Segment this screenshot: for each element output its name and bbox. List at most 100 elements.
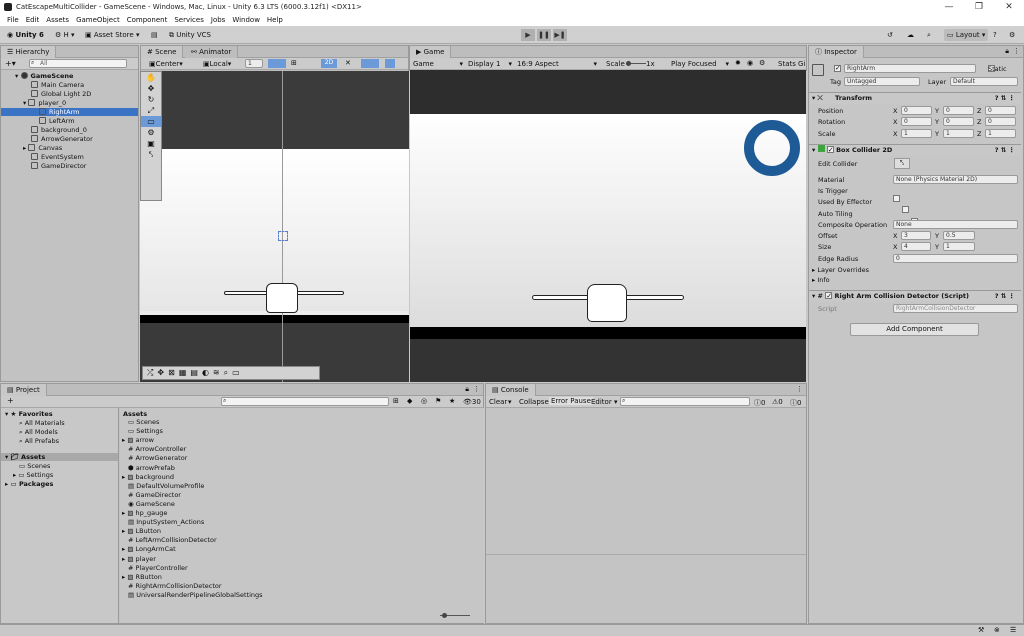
- scale-x-input[interactable]: 1: [901, 129, 932, 138]
- menu-item-file[interactable]: File: [7, 14, 19, 26]
- script-header[interactable]: ▾ # Right Arm Collision Detector (Script…: [809, 290, 1021, 302]
- lock-icon[interactable]: 🔒︎: [1005, 47, 1009, 56]
- used-by-effector-checkbox[interactable]: [902, 206, 910, 213]
- game-settings-icon[interactable]: ⚙: [759, 59, 765, 67]
- pivot-icon[interactable]: ⊠: [168, 367, 175, 379]
- hierarchy-item[interactable]: ArrowGenerator: [1, 135, 138, 143]
- foldout-arrow-icon[interactable]: ▾: [15, 72, 21, 80]
- hierarchy-item[interactable]: ▾ player_0: [1, 99, 138, 107]
- hierarchy-item[interactable]: GameDirector: [1, 162, 138, 170]
- maximize-button[interactable]: ❐: [964, 0, 994, 14]
- gizmos-button[interactable]: Gi: [798, 60, 805, 68]
- size-y-input[interactable]: 1: [943, 242, 975, 251]
- menu-item-help[interactable]: Help: [267, 14, 283, 26]
- lock-icon[interactable]: 🔒︎: [465, 385, 469, 394]
- move-tool-icon[interactable]: ✥: [141, 83, 161, 94]
- editor-dropdown[interactable]: Editor ▾: [591, 398, 617, 406]
- hierarchy-item[interactable]: RightArm: [1, 108, 138, 116]
- clear-button[interactable]: Clear: [489, 398, 507, 406]
- tab-scene[interactable]: # Scene: [141, 46, 184, 58]
- help-icon[interactable]: ?: [990, 29, 1000, 41]
- position-z-input[interactable]: 0: [985, 106, 1016, 115]
- shuffle-icon[interactable]: ⤮: [147, 367, 153, 379]
- offset-y-input[interactable]: 0.5: [943, 231, 975, 240]
- search-icon[interactable]: ⌕: [924, 29, 934, 41]
- lighting-toggle-icon[interactable]: ✕: [345, 59, 351, 67]
- add-object-button[interactable]: +▾: [5, 59, 16, 68]
- tab-hierarchy[interactable]: ☰ Hierarchy: [1, 46, 57, 58]
- tab-project[interactable]: ▤ Project: [1, 384, 47, 396]
- transform-tool-icon[interactable]: ⚙: [141, 127, 161, 138]
- log-count-toggle[interactable]: ⓘ0: [754, 398, 765, 408]
- play-focus-dropdown[interactable]: Play Focused ▾: [671, 60, 729, 68]
- hierarchy-item[interactable]: Global Light 2D: [1, 90, 138, 98]
- folder-settings[interactable]: ▸ ▭ Settings: [13, 471, 53, 479]
- edit-collider-button[interactable]: ⤣: [894, 158, 910, 169]
- icon-size-handle[interactable]: [442, 613, 447, 618]
- hierarchy-item[interactable]: background_0: [1, 126, 138, 134]
- asset-item[interactable]: # ArrowController: [128, 445, 186, 453]
- star-icon[interactable]: ★: [449, 397, 455, 405]
- info-foldout[interactable]: ▸ Info: [812, 276, 830, 284]
- favorite-all-prefabs[interactable]: ⌕ All Prefabs: [19, 437, 59, 446]
- hierarchy-search-input[interactable]: All: [29, 59, 127, 68]
- asset-item[interactable]: ▸ ▨ hp_gauge: [122, 509, 167, 517]
- menu-item-edit[interactable]: Edit: [26, 14, 40, 26]
- layer-overrides-foldout[interactable]: ▸ Layer Overrides: [812, 266, 869, 274]
- asset-item[interactable]: # RightArmCollisionDetector: [128, 582, 222, 590]
- tab-console[interactable]: ▤ Console: [486, 384, 536, 396]
- hand-tool-icon[interactable]: ✋: [141, 72, 161, 83]
- move-icon[interactable]: ✥: [157, 367, 164, 379]
- folder-scenes[interactable]: ▭ Scenes: [19, 462, 50, 470]
- mute-audio-icon[interactable]: ✹: [735, 59, 741, 67]
- asset-item[interactable]: ▸ ▨ arrow: [122, 436, 154, 444]
- tag-dropdown[interactable]: Untagged: [844, 77, 920, 86]
- position-x-input[interactable]: 0: [901, 106, 932, 115]
- asset-item[interactable]: # PlayerController: [128, 564, 188, 572]
- search-by-type-icon[interactable]: ⊞: [393, 397, 399, 405]
- game-mode-dropdown[interactable]: Game ▾: [413, 60, 463, 68]
- warning-count-toggle[interactable]: ⚠0: [772, 398, 783, 406]
- script-field[interactable]: RightArmCollisionDetector: [893, 304, 1018, 313]
- collider-tool-icon[interactable]: ▣: [141, 138, 161, 149]
- transform-header[interactable]: ▾ ⤬ Transform ? ⇅ ⋮: [809, 92, 1021, 104]
- tab-inspector[interactable]: ⓘ Inspector: [809, 46, 864, 58]
- scale-slider-handle[interactable]: [626, 61, 631, 66]
- panel-menu-icon[interactable]: ⋮: [1013, 47, 1020, 55]
- component-menu-icon[interactable]: ? ⇅ ⋮: [995, 145, 1015, 156]
- script-enabled-checkbox[interactable]: [825, 291, 833, 302]
- scene-cat-sprite[interactable]: [266, 283, 298, 313]
- asset-item[interactable]: # ArrowGenerator: [128, 454, 187, 462]
- menu-item-jobs[interactable]: Jobs: [211, 14, 225, 26]
- hierarchy-item[interactable]: LeftArm: [1, 117, 138, 125]
- console-search-input[interactable]: [620, 397, 750, 406]
- game-viewport[interactable]: [410, 70, 806, 382]
- object-name-input[interactable]: RightArm: [844, 64, 976, 73]
- tilemap-icon[interactable]: ▤: [190, 367, 198, 379]
- composite-dropdown[interactable]: None: [893, 220, 1018, 229]
- asset-item[interactable]: ◉ GameScene: [128, 500, 175, 508]
- menu-item-assets[interactable]: Assets: [46, 14, 69, 26]
- camera-gizmo-icon[interactable]: [278, 231, 288, 241]
- menu-item-services[interactable]: Services: [174, 14, 204, 26]
- network-icon[interactable]: ⊗: [994, 626, 1000, 634]
- favorite-all-materials[interactable]: ⌕ All Materials: [19, 419, 65, 428]
- stats-button[interactable]: Stats: [778, 60, 796, 68]
- asset-item[interactable]: ▸ ▨ RButton: [122, 573, 162, 581]
- add-component-button[interactable]: Add Component: [850, 323, 979, 336]
- favorites-foldout[interactable]: ▾ ★ Favorites: [5, 410, 53, 418]
- size-x-input[interactable]: 4: [901, 242, 931, 251]
- offset-x-input[interactable]: 3: [901, 231, 931, 240]
- menu-item-window[interactable]: Window: [232, 14, 260, 26]
- asset-item[interactable]: ⬢ arrowPrefab: [128, 464, 175, 472]
- asset-store-button[interactable]: ▣ Asset Store ▾: [82, 29, 142, 41]
- unity-account-button[interactable]: ◉ Unity 6: [4, 29, 47, 41]
- incremental-snap-icon[interactable]: ⊞: [291, 59, 297, 67]
- build-profile-icon[interactable]: ⚒: [978, 626, 984, 634]
- undo-history-icon[interactable]: ↺: [884, 29, 896, 41]
- display-dropdown[interactable]: Display 1 ▾: [468, 60, 512, 68]
- assets-folder-item[interactable]: ▾ 📁︎ Assets: [1, 453, 118, 461]
- asset-item[interactable]: ▭ Settings: [128, 427, 163, 435]
- close-button[interactable]: ✕: [994, 0, 1024, 14]
- filter-icon[interactable]: ◎: [421, 397, 427, 405]
